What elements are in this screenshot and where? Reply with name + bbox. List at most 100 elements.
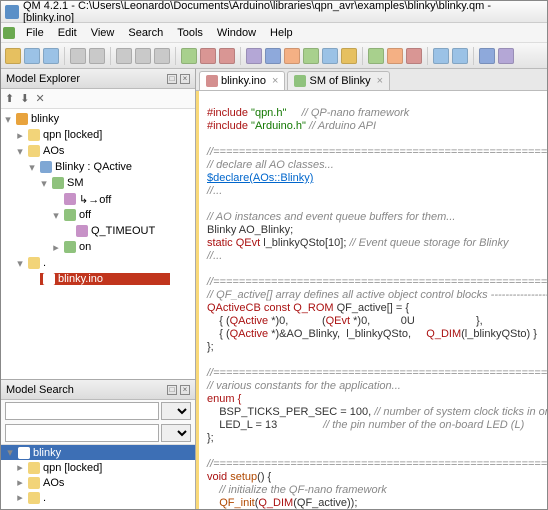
- tab-blinky-ino[interactable]: blinky.ino×: [199, 71, 285, 90]
- statemachine-icon: [52, 177, 64, 189]
- tb-add-icon[interactable]: [181, 48, 197, 64]
- title-bar: QM 4.2.1 - C:\Users\Leonardo\Documents\A…: [1, 1, 547, 23]
- folder-icon: [28, 477, 40, 489]
- close-icon[interactable]: ×: [377, 75, 383, 87]
- code-editor[interactable]: #include "qpn.h" // QP-nano framework #i…: [196, 91, 547, 509]
- editor-area: blinky.ino× SM of Blinky× #include "qpn.…: [196, 69, 547, 509]
- tb-del2-icon[interactable]: [219, 48, 235, 64]
- tb-st-icon[interactable]: [341, 48, 357, 64]
- menu-icon: [3, 27, 15, 39]
- explorer-header: Model Explorer □×: [1, 69, 195, 89]
- tb-cut-icon[interactable]: [116, 48, 132, 64]
- close-icon[interactable]: ×: [272, 75, 278, 87]
- tb-help-icon[interactable]: [479, 48, 495, 64]
- tb-undo-icon[interactable]: [70, 48, 86, 64]
- tb-gen3-icon[interactable]: [406, 48, 422, 64]
- expand-icon[interactable]: ▾: [15, 257, 25, 270]
- tree-file: blinky.ino: [58, 273, 103, 285]
- tree-off[interactable]: off: [79, 209, 91, 221]
- sr-aos[interactable]: AOs: [43, 477, 64, 489]
- menu-help[interactable]: Help: [264, 25, 299, 41]
- search-input[interactable]: [5, 402, 159, 420]
- tb-new-icon[interactable]: [5, 48, 21, 64]
- tb-gen2-icon[interactable]: [387, 48, 403, 64]
- class-icon: [40, 161, 52, 173]
- tb-save-icon[interactable]: [43, 48, 59, 64]
- menu-view[interactable]: View: [85, 25, 121, 41]
- tree-selected[interactable]: blinky.ino: [40, 273, 170, 285]
- search-results[interactable]: ▾blinky ▸qpn [locked] ▸AOs ▸.: [1, 444, 195, 509]
- tree-qpn[interactable]: qpn [locked]: [43, 129, 102, 141]
- up-icon[interactable]: ⬆: [5, 92, 14, 105]
- file-icon: [206, 75, 218, 87]
- event-icon: [76, 225, 88, 237]
- app-window: QM 4.2.1 - C:\Users\Leonardo\Documents\A…: [0, 0, 548, 510]
- expand-icon[interactable]: ▾: [39, 177, 49, 190]
- tb-open-icon[interactable]: [24, 48, 40, 64]
- tb-zoom2-icon[interactable]: [452, 48, 468, 64]
- main-area: Model Explorer □× ⬆ ⬇ ✕ ▾blinky ▸qpn [lo…: [1, 69, 547, 509]
- tb-pkg-icon[interactable]: [246, 48, 262, 64]
- menu-file[interactable]: File: [20, 25, 50, 41]
- toolbar: [1, 43, 547, 69]
- tab-sm-blinky[interactable]: SM of Blinky×: [287, 71, 390, 90]
- folder-icon: [28, 257, 40, 269]
- tree-dot[interactable]: .: [43, 257, 46, 269]
- tb-attr-icon[interactable]: [284, 48, 300, 64]
- tb-gen-icon[interactable]: [368, 48, 384, 64]
- tb-op-icon[interactable]: [303, 48, 319, 64]
- expand-icon[interactable]: ▾: [15, 145, 25, 158]
- tree-aos[interactable]: AOs: [43, 145, 64, 157]
- menu-search[interactable]: Search: [122, 25, 169, 41]
- state-icon: [64, 241, 76, 253]
- panel-float-icon[interactable]: □: [167, 385, 177, 395]
- tree-root[interactable]: blinky: [31, 113, 59, 125]
- left-panel: Model Explorer □× ⬆ ⬇ ✕ ▾blinky ▸qpn [lo…: [1, 69, 196, 509]
- menu-window[interactable]: Window: [211, 25, 262, 41]
- app-icon: [5, 5, 19, 19]
- collapse-icon[interactable]: ▸: [15, 129, 25, 142]
- tb-zoom-icon[interactable]: [433, 48, 449, 64]
- sr-qpn[interactable]: qpn [locked]: [43, 462, 102, 474]
- collapse-icon[interactable]: ▸: [51, 241, 61, 254]
- expand-icon[interactable]: ▾: [3, 113, 13, 126]
- model-tree[interactable]: ▾ blinky ▸ qpn [locked] ▾ AOs ▾ Blinky : QAc…: [1, 109, 195, 379]
- window-title: QM 4.2.1 - C:\Users\Leonardo\Documents\A…: [23, 0, 543, 24]
- state-icon: [64, 209, 76, 221]
- panel-close-icon[interactable]: ×: [180, 74, 190, 84]
- tb-paste-icon[interactable]: [154, 48, 170, 64]
- folder-icon: [28, 492, 40, 504]
- tb-cls-icon[interactable]: [265, 48, 281, 64]
- tb-redo-icon[interactable]: [89, 48, 105, 64]
- replace-input[interactable]: [5, 424, 159, 442]
- replace-type-select[interactable]: [161, 424, 191, 442]
- panel-float-icon[interactable]: □: [167, 74, 177, 84]
- menu-tools[interactable]: Tools: [171, 25, 209, 41]
- sm-icon: [294, 75, 306, 87]
- down-icon[interactable]: ⬇: [20, 92, 29, 105]
- tb-about-icon[interactable]: [498, 48, 514, 64]
- tree-off-tr[interactable]: ↳→off: [79, 193, 111, 206]
- delete-icon[interactable]: ✕: [35, 92, 44, 105]
- explorer-title: Model Explorer: [6, 73, 80, 85]
- expand-icon[interactable]: ▾: [51, 209, 61, 222]
- explorer-toolbar: ⬆ ⬇ ✕: [1, 89, 195, 109]
- tb-copy-icon[interactable]: [135, 48, 151, 64]
- folder-icon: [28, 145, 40, 157]
- search-type-select[interactable]: [161, 402, 191, 420]
- expand-icon[interactable]: ▾: [27, 161, 37, 174]
- search-result-root[interactable]: ▾blinky: [1, 445, 195, 460]
- menu-edit[interactable]: Edit: [52, 25, 83, 41]
- tree-blinky-class[interactable]: Blinky : QActive: [55, 161, 132, 173]
- menu-bar: File Edit View Search Tools Window Help: [1, 23, 547, 43]
- sr-dot[interactable]: .: [43, 492, 46, 504]
- tb-del-icon[interactable]: [200, 48, 216, 64]
- folder-icon: [28, 462, 40, 474]
- transition-icon: [64, 193, 76, 205]
- panel-close-icon[interactable]: ×: [180, 385, 190, 395]
- tree-qtimeout[interactable]: Q_TIMEOUT: [91, 225, 155, 237]
- tree-on[interactable]: on: [79, 241, 91, 253]
- tree-sm[interactable]: SM: [67, 177, 84, 189]
- tb-sm-icon[interactable]: [322, 48, 338, 64]
- search-header: Model Search □×: [1, 380, 195, 400]
